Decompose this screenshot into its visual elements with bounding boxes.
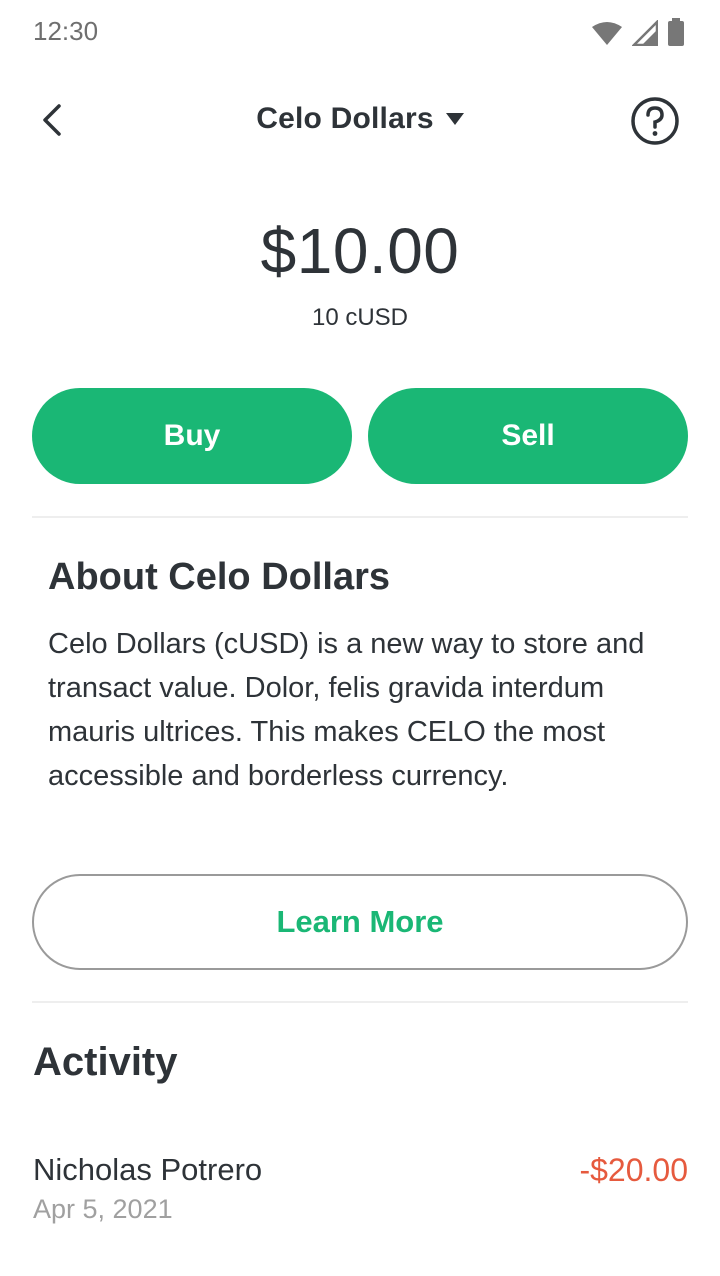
header: Celo Dollars xyxy=(0,86,720,156)
sell-button[interactable]: Sell xyxy=(368,388,688,484)
activity-amount: -$20.00 xyxy=(579,1152,688,1188)
divider xyxy=(32,516,688,518)
battery-icon xyxy=(668,18,684,46)
page-title: Celo Dollars xyxy=(256,102,434,135)
activity-date: Apr 5, 2021 xyxy=(33,1194,173,1224)
status-icons xyxy=(592,18,684,46)
balance-token-amount: 10 cUSD xyxy=(311,304,409,331)
token-selector[interactable]: Celo Dollars xyxy=(0,102,720,136)
learn-more-button[interactable]: Learn More xyxy=(32,874,688,970)
coin-detail-screen: 12:30 Celo Dollars $10.00 10 cUSD Buy Se… xyxy=(0,0,720,1276)
caret-down-icon xyxy=(445,113,464,125)
wifi-icon xyxy=(592,22,622,45)
balance-amount: $10.00 xyxy=(260,215,460,287)
status-bar: 12:30 xyxy=(0,0,720,64)
question-circle-icon[interactable] xyxy=(630,96,680,146)
action-buttons: Buy Sell xyxy=(32,388,688,484)
about-description: Celo Dollars (cUSD) is a new way to stor… xyxy=(48,628,645,792)
cellular-signal-icon xyxy=(632,20,658,46)
activity-name: Nicholas Potrero xyxy=(33,1152,263,1187)
buy-button[interactable]: Buy xyxy=(32,388,352,484)
about-title: About Celo Dollars xyxy=(48,556,391,598)
status-time: 12:30 xyxy=(33,16,99,46)
activity-title: Activity xyxy=(33,1040,178,1084)
divider xyxy=(32,1001,688,1003)
activity-item[interactable]: Nicholas Potrero Apr 5, 2021 -$20.00 xyxy=(33,1148,688,1238)
